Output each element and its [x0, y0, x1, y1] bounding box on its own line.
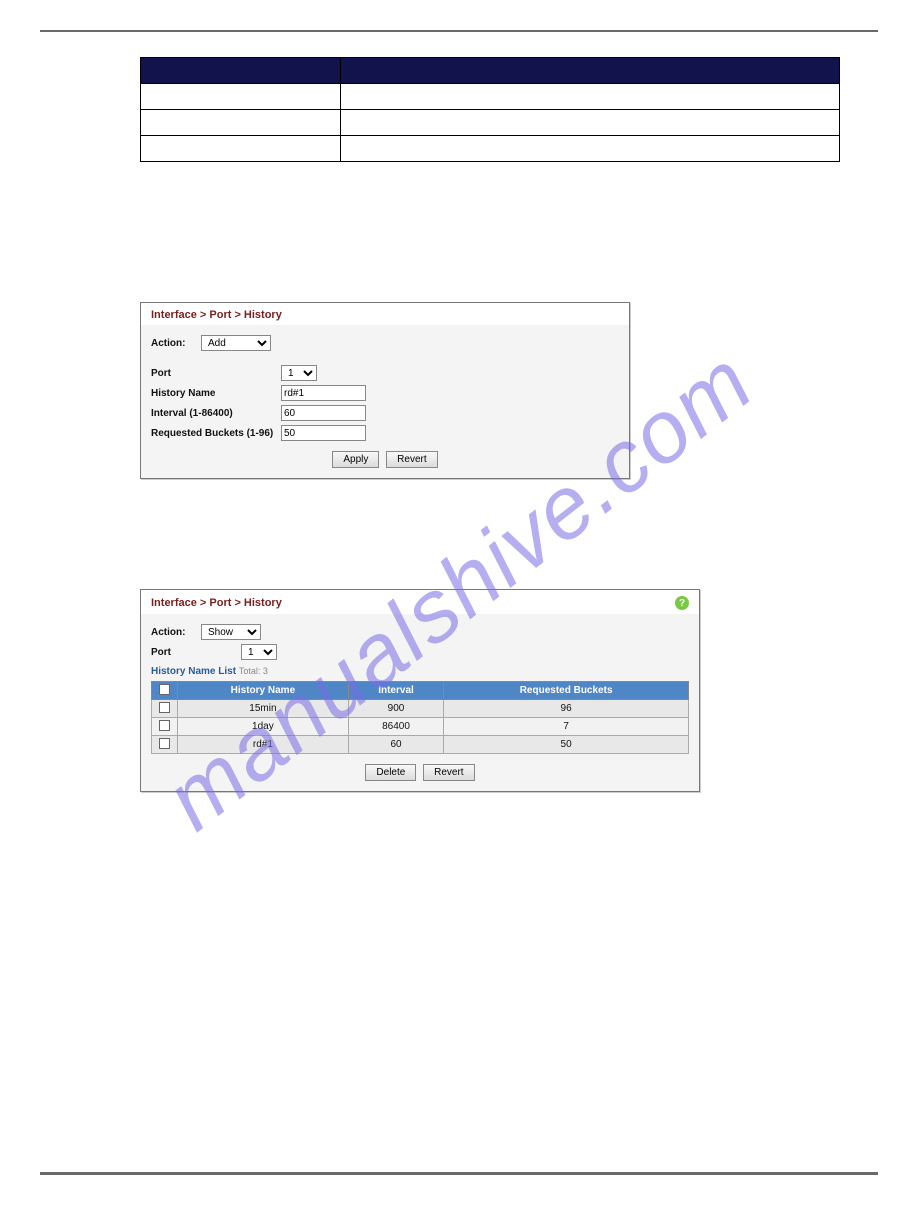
- param-cell: [141, 84, 341, 110]
- list-total: Total: 3: [239, 666, 268, 676]
- row-checkbox[interactable]: [159, 720, 170, 731]
- revert-button[interactable]: Revert: [423, 764, 474, 781]
- table-row: [141, 84, 840, 110]
- history-show-panel: Interface > Port > History ? Action: Sho…: [140, 589, 700, 792]
- parameter-table: [140, 57, 840, 162]
- history-add-panel: Interface > Port > History Action: Add P…: [140, 302, 630, 479]
- action-label: Action:: [151, 627, 201, 638]
- cell-interval: 900: [348, 700, 443, 718]
- cell-name: rd#1: [178, 736, 349, 754]
- cell-interval: 60: [348, 736, 443, 754]
- port-label: Port: [151, 647, 241, 658]
- buckets-input[interactable]: [281, 425, 366, 441]
- param-cell: [141, 136, 341, 162]
- top-rule: [40, 30, 878, 32]
- history-list-table: History Name Interval Requested Buckets …: [151, 681, 689, 754]
- table-row: 15min 900 96: [152, 700, 689, 718]
- desc-cell: [341, 84, 840, 110]
- col-interval: Interval: [348, 682, 443, 700]
- history-name-label: History Name: [151, 388, 281, 399]
- desc-cell: [341, 110, 840, 136]
- port-label: Port: [151, 368, 281, 379]
- interval-label: Interval (1-86400): [151, 408, 281, 419]
- buckets-label: Requested Buckets (1-96): [151, 428, 281, 439]
- delete-button[interactable]: Delete: [365, 764, 416, 781]
- cell-buckets: 7: [444, 718, 689, 736]
- table-row: rd#1 60 50: [152, 736, 689, 754]
- bottom-rule: [40, 1172, 878, 1175]
- port-select[interactable]: 1: [241, 644, 277, 660]
- row-checkbox[interactable]: [159, 702, 170, 713]
- table-row: 1day 86400 7: [152, 718, 689, 736]
- breadcrumb: Interface > Port > History: [151, 309, 282, 321]
- cell-interval: 86400: [348, 718, 443, 736]
- cell-buckets: 50: [444, 736, 689, 754]
- port-select[interactable]: 1: [281, 365, 317, 381]
- select-all-checkbox[interactable]: [159, 684, 170, 695]
- help-icon[interactable]: ?: [675, 596, 689, 610]
- interval-input[interactable]: [281, 405, 366, 421]
- action-label: Action:: [151, 338, 201, 349]
- history-name-input[interactable]: [281, 385, 366, 401]
- action-select[interactable]: Show: [201, 624, 261, 640]
- action-select[interactable]: Add: [201, 335, 271, 351]
- row-checkbox[interactable]: [159, 738, 170, 749]
- table-row: [141, 136, 840, 162]
- cell-name: 1day: [178, 718, 349, 736]
- apply-button[interactable]: Apply: [332, 451, 379, 468]
- cell-name: 15min: [178, 700, 349, 718]
- breadcrumb: Interface > Port > History: [151, 597, 282, 609]
- cell-buckets: 96: [444, 700, 689, 718]
- list-title: History Name List: [151, 666, 236, 677]
- col-history-name: History Name: [178, 682, 349, 700]
- revert-button[interactable]: Revert: [386, 451, 437, 468]
- checkbox-header: [152, 682, 178, 700]
- desc-header: [341, 58, 840, 84]
- table-row: [141, 110, 840, 136]
- desc-cell: [341, 136, 840, 162]
- col-buckets: Requested Buckets: [444, 682, 689, 700]
- param-header: [141, 58, 341, 84]
- param-cell: [141, 110, 341, 136]
